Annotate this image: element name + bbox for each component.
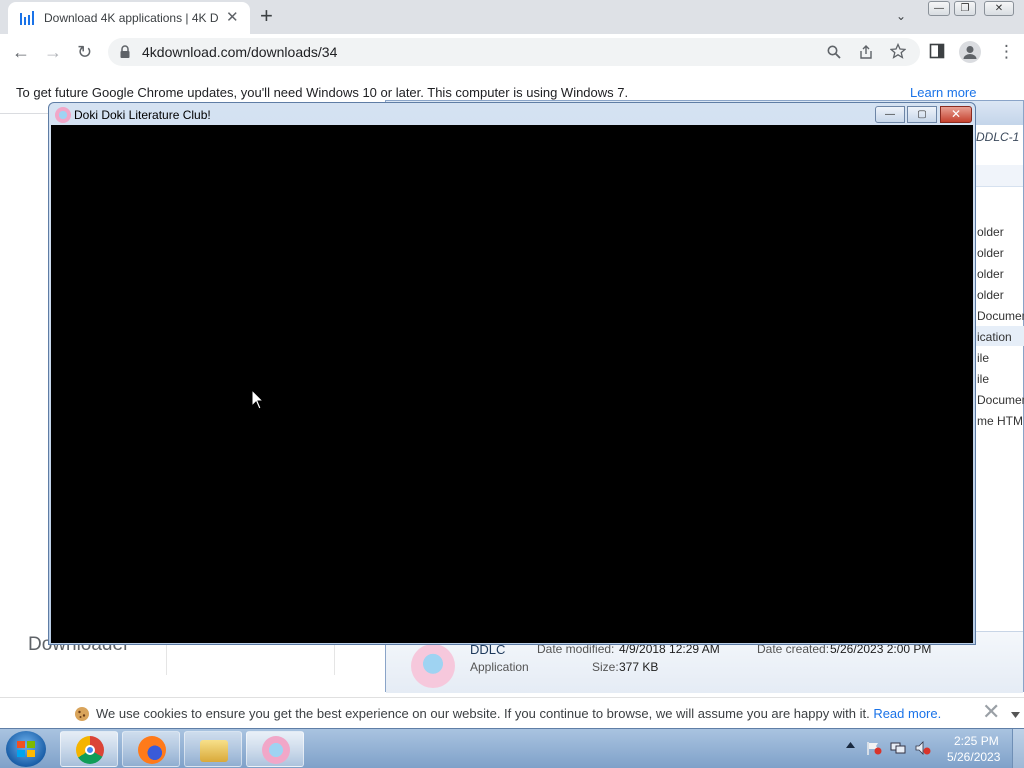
cookie-message-text: We use cookies to ensure you get the bes… (96, 706, 870, 721)
size-label: Size: (592, 660, 619, 674)
browser-restore-button[interactable]: ❐ (954, 1, 976, 16)
cookie-close-icon[interactable]: ✕ (982, 701, 1000, 723)
file-list-item[interactable]: ile (977, 351, 989, 365)
chrome-menu-icon[interactable]: ⋮ (998, 42, 1015, 62)
start-button[interactable] (6, 731, 46, 767)
taskbar-firefox-button[interactable] (122, 731, 180, 767)
chrome-icon-center (85, 745, 95, 755)
show-hidden-icons-arrow-icon[interactable] (846, 742, 855, 748)
cookie-message: We use cookies to ensure you get the bes… (96, 706, 941, 721)
show-desktop-button[interactable] (1012, 729, 1024, 768)
scroll-down-arrow-icon[interactable] (1011, 712, 1020, 718)
share-icon[interactable] (858, 44, 874, 60)
lock-icon[interactable] (120, 45, 130, 58)
profile-avatar[interactable] (959, 41, 981, 63)
learn-more-link[interactable]: Learn more (910, 85, 976, 100)
explorer-path-fragment[interactable]: DDLC-1 (976, 130, 1019, 144)
browser-close-button[interactable]: ✕ (984, 1, 1014, 16)
cookie-icon (75, 707, 89, 721)
back-arrow-icon[interactable]: ← (12, 42, 30, 62)
browser-minimize-button[interactable]: — (928, 1, 950, 16)
forward-arrow-icon[interactable]: → (44, 42, 62, 62)
game-close-button[interactable]: ✕ (940, 106, 972, 123)
firefox-icon (138, 736, 166, 764)
taskbar-chrome-button[interactable] (60, 731, 118, 767)
windows-logo-icon (17, 741, 35, 757)
browser-toolbar: ← → ↻ 4kdownload.com/downloads/34 ⋮ (0, 34, 1024, 72)
game-minimize-button[interactable]: — (875, 106, 905, 123)
game-maximize-button[interactable]: ▢ (907, 106, 937, 123)
file-list-item[interactable]: older (977, 267, 1004, 281)
address-bar[interactable]: 4kdownload.com/downloads/34 (108, 38, 920, 66)
file-list-item[interactable]: Documen (977, 393, 1024, 407)
ddlc-app-icon (411, 644, 455, 688)
file-list-item[interactable]: Documen (977, 309, 1024, 323)
search-icon[interactable] (827, 45, 841, 59)
ddlc-icon (262, 736, 290, 764)
file-list-item[interactable]: older (977, 246, 1004, 260)
ddlc-window-icon (55, 107, 71, 123)
size-value: 377 KB (619, 660, 659, 674)
browser-tab[interactable]: Download 4K applications | 4K D ✕ (8, 2, 250, 34)
clock-time[interactable]: 2:25 PM (954, 734, 999, 748)
volume-muted-icon[interactable] (915, 741, 931, 755)
ddlc-game-window[interactable]: Doki Doki Literature Club! — ▢ ✕ (48, 102, 976, 645)
cookie-consent-bar: We use cookies to ensure you get the bes… (0, 697, 1024, 728)
mouse-cursor-icon (252, 390, 264, 410)
reload-icon[interactable]: ↻ (77, 42, 92, 62)
game-viewport[interactable] (51, 125, 973, 643)
tab-search-chevron-icon[interactable]: ⌄ (896, 9, 906, 23)
infobar-message: To get future Google Chrome updates, you… (16, 85, 629, 100)
taskbar-ddlc-button[interactable] (246, 731, 304, 767)
tab-close-icon[interactable]: ✕ (226, 10, 239, 25)
network-icon[interactable] (890, 741, 906, 755)
file-list-item[interactable]: older (977, 225, 1004, 239)
file-list-item[interactable]: older (977, 288, 1004, 302)
windows-taskbar: 2:25 PM 5/26/2023 (0, 728, 1024, 768)
new-tab-button[interactable]: + (260, 4, 273, 28)
person-icon (963, 46, 977, 59)
file-list-item[interactable]: ile (977, 372, 989, 386)
game-window-title: Doki Doki Literature Club! (74, 108, 211, 122)
read-more-link[interactable]: Read more. (873, 706, 941, 721)
taskbar-explorer-button[interactable] (184, 731, 242, 767)
details-file-type: Application (470, 660, 529, 674)
bookmark-star-icon[interactable] (890, 43, 906, 59)
clock-date[interactable]: 5/26/2023 (947, 750, 1000, 764)
tab-title: Download 4K applications | 4K D (44, 11, 219, 25)
4k-download-favicon-icon (20, 11, 34, 25)
side-panel-icon[interactable] (929, 43, 945, 59)
url-text: 4kdownload.com/downloads/34 (142, 44, 338, 60)
file-list-item[interactable]: me HTM (977, 414, 1023, 428)
folder-icon (200, 740, 228, 762)
browser-tab-strip: Download 4K applications | 4K D ✕ + ⌄ — … (0, 0, 1024, 34)
file-list-item[interactable]: ication (977, 330, 1012, 344)
action-center-flag-icon[interactable] (866, 741, 882, 755)
